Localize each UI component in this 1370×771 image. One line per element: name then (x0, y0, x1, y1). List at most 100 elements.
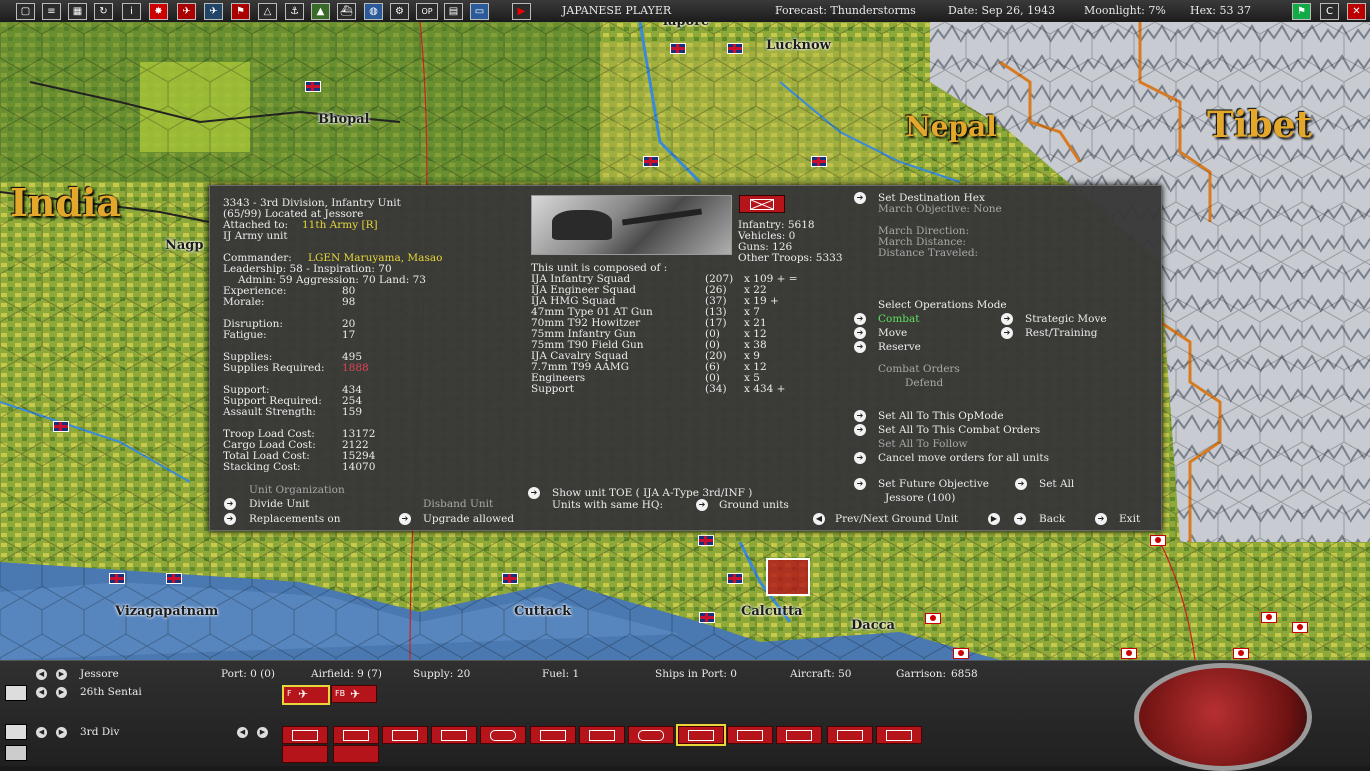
rising-sun-icon[interactable]: ✸ (149, 3, 168, 20)
close-icon[interactable]: ✕ (1347, 3, 1366, 20)
exit-button[interactable]: Exit (1119, 514, 1140, 525)
set-all-opmode-button[interactable]: Set All To This OpMode (878, 411, 1004, 422)
device-name[interactable]: Support (531, 384, 574, 395)
city-vizagapatnam[interactable]: Vizagapatnam (115, 604, 218, 619)
allied-flag-icon[interactable] (698, 535, 714, 546)
prev-air-arrow-icon[interactable]: ◀ (36, 687, 47, 698)
arrow-right-icon[interactable]: ▶ (988, 513, 1000, 525)
allied-flag-icon[interactable] (166, 573, 182, 584)
unit-chip-corps[interactable] (333, 726, 379, 744)
unit-chip-mountain[interactable] (579, 726, 625, 744)
prev-ground-arrow-icon[interactable]: ◀ (36, 727, 47, 738)
attached-hq-link[interactable]: 11th Army [R] (302, 220, 378, 231)
cycle-icon[interactable]: ↻ (94, 3, 113, 20)
upgrade-toggle[interactable]: Upgrade allowed (423, 514, 514, 525)
arrow-left-icon[interactable]: ◀ (813, 513, 825, 525)
unit-chip-army[interactable] (282, 726, 328, 744)
ground-unit-icon[interactable] (5, 724, 27, 740)
allied-flag-icon[interactable] (643, 156, 659, 167)
unit-chip-artillery[interactable] (530, 726, 576, 744)
selected-hex-unit[interactable] (766, 558, 810, 596)
window-icon[interactable]: ▢ (16, 3, 35, 20)
unit-chip-division[interactable] (382, 726, 428, 744)
cancel-move-button[interactable]: Cancel move orders for all units (878, 453, 1049, 464)
allied-flag-icon[interactable] (670, 43, 686, 54)
globe-icon[interactable]: ◍ (364, 3, 383, 20)
unit-chip-armor[interactable] (480, 726, 526, 744)
unit-chip-infantry[interactable] (776, 726, 822, 744)
next-ground-arrow-icon[interactable]: ▶ (56, 727, 67, 738)
ship-icon[interactable]: ⛴ (337, 3, 356, 20)
plane-icon[interactable]: ✈ (177, 3, 196, 20)
flag-toggle-icon[interactable]: ⚑ (1292, 3, 1311, 20)
close-c-icon[interactable]: C (1320, 3, 1339, 20)
anchor-icon[interactable]: ⚓ (285, 3, 304, 20)
op-button[interactable]: OP (416, 3, 438, 20)
airfield-icon[interactable]: △ (258, 3, 277, 20)
air-chip-fighter[interactable]: F ✈ (282, 685, 330, 705)
japanese-flag-icon[interactable] (1292, 622, 1308, 633)
plane-blue-icon[interactable]: ✈ (204, 3, 223, 20)
japanese-flag-icon[interactable] (953, 648, 969, 659)
ground-unit-name[interactable]: 3rd Div (80, 726, 119, 738)
city-nagp[interactable]: Nagp (165, 238, 204, 253)
next-air-arrow-icon[interactable]: ▶ (56, 687, 67, 698)
unit-chip-brigade[interactable] (431, 726, 477, 744)
set-all-combat-button[interactable]: Set All To This Combat Orders (878, 425, 1040, 436)
prev-unit-arrow-icon[interactable]: ◀ (237, 727, 248, 738)
base-name[interactable]: Jessore (80, 668, 119, 680)
unit-chip-transport[interactable] (282, 745, 328, 763)
allied-flag-icon[interactable] (699, 612, 715, 623)
allied-flag-icon[interactable] (727, 43, 743, 54)
divide-unit-button[interactable]: Divide Unit (249, 499, 310, 510)
allied-flag-icon[interactable] (811, 156, 827, 167)
flag-icon[interactable]: ⚑ (231, 3, 250, 20)
next-unit-arrow-icon[interactable]: ▶ (257, 727, 268, 738)
play-icon[interactable]: ▶ (512, 3, 531, 20)
move-mode-button[interactable]: Move (878, 328, 907, 339)
future-objective-button[interactable]: Set Future Objective (878, 479, 989, 490)
rest-training-button[interactable]: Rest/Training (1025, 328, 1098, 339)
show-toe-button[interactable]: Show unit TOE ( IJA A-Type 3rd/INF ) (552, 488, 752, 499)
japanese-flag-icon[interactable] (1121, 648, 1137, 659)
air-chip-fighter-bomber[interactable]: FB ✈ (331, 685, 377, 703)
allied-flag-icon[interactable] (53, 421, 69, 432)
unit-chip-infantry-selected[interactable] (676, 724, 726, 746)
ground-units-button[interactable]: Ground units (719, 500, 789, 511)
allied-flag-icon[interactable] (305, 81, 321, 92)
report-icon[interactable]: ▤ (444, 3, 463, 20)
back-button[interactable]: Back (1039, 514, 1065, 525)
reserve-mode-button[interactable]: Reserve (878, 342, 921, 353)
table-icon[interactable]: ▦ (68, 3, 87, 20)
japanese-flag-icon[interactable] (1261, 612, 1277, 623)
city-cuttack[interactable]: Cuttack (514, 604, 571, 619)
city-lucknow[interactable]: Lucknow (766, 38, 831, 53)
city-bhopal[interactable]: Bhopal (318, 112, 370, 127)
prev-base-arrow-icon[interactable]: ◀ (36, 669, 47, 680)
disband-unit-button[interactable]: Disband Unit (423, 499, 493, 510)
unit-chip-infantry[interactable] (727, 726, 773, 744)
factory-icon[interactable] (5, 745, 27, 761)
defend-order[interactable]: Defend (905, 378, 943, 389)
air-unit-icon[interactable] (5, 685, 27, 701)
info-icon[interactable]: i (122, 3, 141, 20)
japanese-flag-icon[interactable] (925, 613, 941, 624)
next-base-arrow-icon[interactable]: ▶ (56, 669, 67, 680)
unit-chip-tank[interactable] (628, 726, 674, 744)
air-unit-name[interactable]: 26th Sentai (80, 686, 142, 698)
list-icon[interactable]: ≡ (42, 3, 61, 20)
japanese-flag-icon[interactable] (1150, 535, 1166, 546)
screen-icon[interactable]: ▭ (470, 3, 489, 20)
allied-flag-icon[interactable] (502, 573, 518, 584)
gear-icon[interactable]: ⚙ (390, 3, 409, 20)
unit-chip-support[interactable] (876, 726, 922, 744)
city-calcutta[interactable]: Calcutta (741, 604, 803, 619)
allied-flag-icon[interactable] (109, 573, 125, 584)
strategic-move-button[interactable]: Strategic Move (1025, 314, 1107, 325)
terrain-icon[interactable]: ▲ (311, 3, 330, 20)
replacements-toggle[interactable]: Replacements on (249, 514, 341, 525)
city-dacca[interactable]: Dacca (851, 618, 895, 633)
set-all-button[interactable]: Set All (1039, 479, 1074, 490)
unit-chip-artillery[interactable] (827, 726, 873, 744)
set-all-follow-button[interactable]: Set All To Follow (878, 439, 968, 450)
